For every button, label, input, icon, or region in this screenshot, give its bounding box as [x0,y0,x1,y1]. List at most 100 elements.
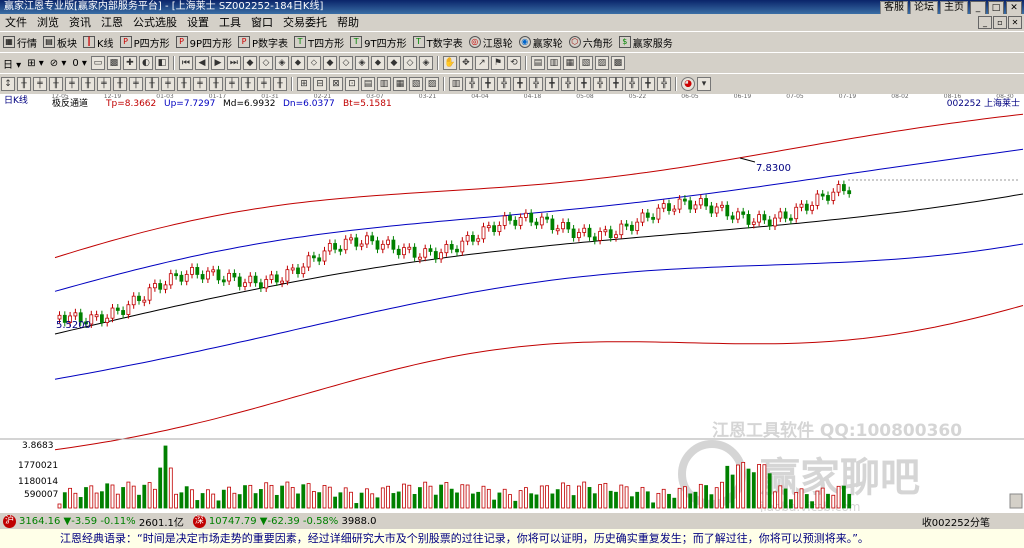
tool-button[interactable]: ⊟ [313,77,327,91]
tool-button[interactable]: ▦ [393,77,407,91]
kline-chart[interactable]: 12-05 12-19 01-03 01-17 01-31 02-21 03-07 03-21… [0,93,1024,514]
tool-button[interactable]: ◇ [402,56,417,70]
tb-p-square[interactable]: P P四方形 [119,35,170,50]
mdi-minimize-icon[interactable]: _ [978,16,992,29]
tb-t-table[interactable]: T T数字表 [412,35,463,50]
tool-button[interactable]: ▥ [546,56,561,70]
tool-button[interactable]: ↗ [474,56,489,70]
tb-hexagon[interactable]: ⬡ 六角形 [568,35,613,50]
tool-button[interactable]: ◈ [274,56,289,70]
tool-button[interactable]: ╬ [561,77,575,91]
tool-button[interactable]: ╪ [193,77,207,91]
tool-button[interactable]: ⬦ [306,56,321,70]
tool-button[interactable]: ╫ [81,77,95,91]
tool-button[interactable]: ╫ [241,77,255,91]
tb-kline[interactable]: ┃ K线 [83,35,114,50]
tool-button[interactable]: ⚑ [490,56,505,70]
tool-button[interactable]: ⬥ [290,56,305,70]
tool-button[interactable]: ╬ [465,77,479,91]
tool-button[interactable]: ▩ [106,56,121,70]
tool-button[interactable]: ⟲ [506,56,521,70]
mdi-restore-icon[interactable]: ▫ [993,16,1007,29]
tool-button[interactable]: ╪ [225,77,239,91]
sh-index[interactable]: 沪 3164.16 ▼-3.59 -0.11% 2601.1亿 [0,514,184,529]
tool-button[interactable]: ╪ [65,77,79,91]
tool-button[interactable]: ╬ [497,77,511,91]
tool-button[interactable]: ◆ [386,56,401,70]
tool-button[interactable]: ╬ [593,77,607,91]
menu-trade[interactable]: 交易委托 [278,14,332,30]
tool-button[interactable]: ▩ [610,56,625,70]
menu-settings[interactable]: 设置 [182,14,214,30]
tool-button[interactable]: ╬ [625,77,639,91]
chart-area[interactable]: 12-05 12-19 01-03 01-17 01-31 02-21 03-07 03-21… [0,93,1024,514]
tb-p-table[interactable]: P P数字表 [238,35,288,50]
tool-button[interactable]: ⬥ [370,56,385,70]
tool-button[interactable]: ╪ [129,77,143,91]
link-home[interactable]: 主页 [940,1,968,15]
tick-detail-label[interactable]: 收002252分笔 [922,514,990,529]
tool-button[interactable]: ◈ [354,56,369,70]
tool-button[interactable]: ▶ [210,56,225,70]
tb-9p-square[interactable]: P 9P四方形 [175,35,232,50]
menu-formula[interactable]: 公式选股 [128,14,182,30]
tool-button[interactable]: ▨ [594,56,609,70]
tool-button[interactable]: ╫ [49,77,63,91]
tool-button[interactable]: ╋ [481,77,495,91]
tool-button[interactable]: ▭ [90,56,105,70]
tool-button[interactable]: ✥ [458,56,473,70]
tb-t-square[interactable]: T T四方形 [294,35,344,50]
color-wheel-icon[interactable]: ◕ [681,77,695,91]
tool-button[interactable]: ◈ [418,56,433,70]
mdi-close-icon[interactable]: ✕ [1008,16,1022,29]
menu-gann[interactable]: 江恩 [96,14,128,30]
tool-button[interactable]: ▤ [361,77,375,91]
scroll-up-button[interactable] [1009,493,1023,509]
menu-window[interactable]: 窗口 [246,14,278,30]
tool-button[interactable]: ▦ [562,56,577,70]
menu-file[interactable]: 文件 [0,14,32,30]
tool-button[interactable]: ╬ [529,77,543,91]
tool-button[interactable]: ◇ [338,56,353,70]
tool-button[interactable]: ◐ [138,56,153,70]
tool-button[interactable]: ╫ [113,77,127,91]
zoom-select[interactable]: ⊞ ▾ [27,58,44,69]
tool-button[interactable]: ↕ [1,77,15,91]
tool-button[interactable]: ◀ [194,56,209,70]
tb-quotes[interactable]: ▦ 行情 [3,35,37,50]
link-customer-service[interactable]: 客服 [880,1,908,15]
menu-browse[interactable]: 浏览 [32,14,64,30]
tool-button[interactable]: ╋ [609,77,623,91]
tool-button[interactable]: ✚ [122,56,137,70]
maximize-icon[interactable]: □ [988,1,1004,15]
tool-button[interactable]: ╫ [145,77,159,91]
tool-button[interactable]: ╪ [97,77,111,91]
tool-button[interactable]: ⊞ [297,77,311,91]
tool-button[interactable]: ▨ [425,77,439,91]
tool-button[interactable]: ╋ [513,77,527,91]
tb-sectors[interactable]: ▤ 板块 [43,35,77,50]
close-icon[interactable]: ✕ [1006,1,1022,15]
tool-button[interactable]: ◆ [322,56,337,70]
tb-gann-wheel[interactable]: ◎ 江恩轮 [468,35,513,50]
tool-button[interactable]: ▥ [449,77,463,91]
period-select[interactable]: 日 ▾ [3,56,21,71]
link-forum[interactable]: 论坛 [910,1,938,15]
menu-news[interactable]: 资讯 [64,14,96,30]
tb-winner-wheel[interactable]: ◉ 赢家轮 [518,35,563,50]
tool-button[interactable]: ╋ [641,77,655,91]
tool-button[interactable]: ▥ [377,77,391,91]
tool-button[interactable]: ⏮ [178,56,193,70]
tool-button[interactable]: ◆ [242,56,257,70]
tool-button[interactable]: ╫ [17,77,31,91]
tool-button[interactable]: ▧ [409,77,423,91]
menu-tools[interactable]: 工具 [214,14,246,30]
tool-button[interactable]: ◇ [258,56,273,70]
tool-button[interactable]: ⊡ [345,77,359,91]
tool-button[interactable]: ▾ [697,77,711,91]
tool-button[interactable]: ╪ [33,77,47,91]
tool-button[interactable]: ▧ [578,56,593,70]
tool-button[interactable]: ◧ [154,56,169,70]
tb-9t-square[interactable]: T 9T四方形 [350,35,407,50]
tool-button[interactable]: ▤ [530,56,545,70]
